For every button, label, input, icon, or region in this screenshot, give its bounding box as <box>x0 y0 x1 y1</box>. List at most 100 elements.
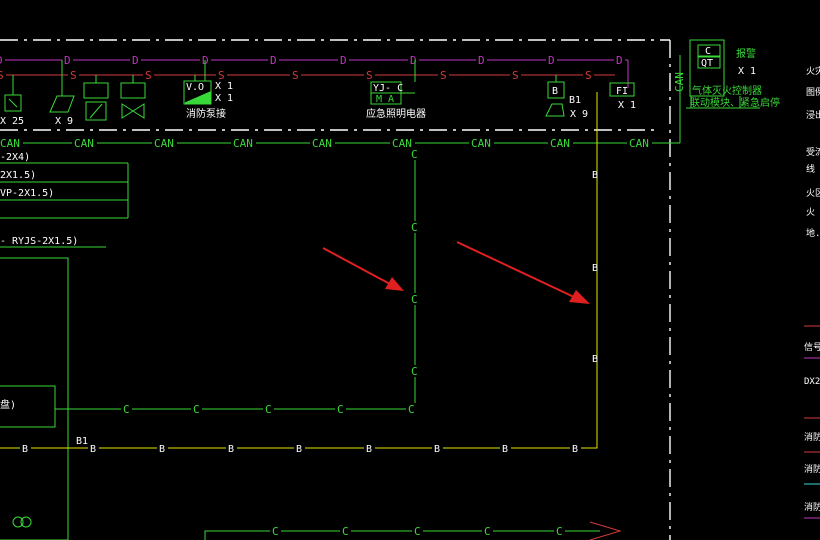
device-row <box>4 39 760 121</box>
c-bottom-mark: C <box>414 525 421 538</box>
legend-3: 消防 <box>804 431 820 443</box>
c-loop-mark: C <box>123 403 130 416</box>
c-loop-mark: C <box>265 403 272 416</box>
c-loop: C C C C C C C C C <box>55 148 420 416</box>
bottom-c-line: CCCCC <box>204 521 622 540</box>
horn-icon[interactable] <box>49 95 75 113</box>
broadcast-count: X 9 <box>570 109 588 120</box>
broadcast-code: B <box>552 86 558 97</box>
can-bus-label: CAN <box>312 137 332 150</box>
arrow-head-2-icon <box>569 290 590 304</box>
c-loop-mark: C <box>337 403 344 416</box>
can-bus-label: CAN <box>74 137 94 150</box>
cad-drawing-canvas[interactable]: DDDDDDDDDD SSSSSSSSS CANCANCANCANCANCANC… <box>0 0 820 540</box>
panel-label: 盘) <box>0 398 16 411</box>
sprinkler-x1a: X 1 <box>215 81 233 92</box>
panel-count: X 1 <box>738 66 756 77</box>
panel-qt: QT <box>701 58 713 69</box>
legend-2: DX2 <box>804 377 820 387</box>
can-bus-label: CAN <box>550 137 570 150</box>
legend-5: 消防 <box>804 501 820 513</box>
b-loop-mark: B <box>502 444 508 455</box>
c-loop-mark: C <box>193 403 200 416</box>
arrow-head-1-icon <box>385 277 404 291</box>
d-bus-label: D <box>616 54 623 67</box>
count-1: X 25 <box>0 116 24 127</box>
legend-4: 消防广 <box>804 463 820 475</box>
panel-side: 报警 <box>736 47 756 60</box>
sprinkler-code: V.O <box>186 82 204 93</box>
s-bus-label: S <box>0 69 4 82</box>
c-bottom-mark: C <box>484 525 491 538</box>
d-bus-label: D <box>548 54 555 67</box>
panel-caption2: 联动模块、紧急启停 <box>690 96 780 109</box>
c-loop-mark: C <box>411 293 418 306</box>
note-5: 线 <box>806 163 815 175</box>
fi-count: X 1 <box>618 100 636 111</box>
d-bus-label: D <box>340 54 347 67</box>
b-loop-mark: B <box>90 444 96 455</box>
s-bus-label: S <box>366 69 373 82</box>
legend-1: 信号- <box>804 341 820 353</box>
d-bus-label: D <box>478 54 485 67</box>
s-bus-label: S <box>512 69 519 82</box>
yj-code: YJ- C <box>373 83 403 94</box>
note-2: 图例 <box>806 86 820 98</box>
can-bus-label: CAN <box>233 137 253 150</box>
note-3: 浸出 <box>806 109 820 121</box>
can-bus-label: CAN <box>154 137 174 150</box>
can-bus-label: CAN <box>392 137 412 150</box>
can-bus-label: CAN <box>0 137 20 150</box>
b-loop-mark: B <box>159 444 165 455</box>
cable-3: VP-2X1.5) <box>0 188 54 199</box>
note-4: 受流 <box>806 146 820 158</box>
d-bus-label: D <box>64 54 71 67</box>
s-bus-label: S <box>585 69 592 82</box>
ring-icon <box>12 516 32 528</box>
b-loop-mark: B <box>228 444 234 455</box>
b-loop-mark: B <box>592 354 598 365</box>
b-loop-mark: B <box>366 444 372 455</box>
can-bus-label: CAN <box>629 137 649 150</box>
right-notes: 火灾自 图例 浸出 受流 线 火区 火 地. 信号- DX2 消防 消防广 消防 <box>804 65 820 519</box>
cable-1: -2X4) <box>0 152 30 163</box>
b-loop-mark: B <box>22 444 28 455</box>
input-module-icon[interactable] <box>83 82 109 99</box>
yj-sub: M A <box>376 94 394 105</box>
d-bus-label: D <box>132 54 139 67</box>
b-loop-mark: B <box>572 444 578 455</box>
left-cable-labels: -2X4) 2X1.5) VP-2X1.5) - RYJS-2X1.5) 盘) <box>0 152 78 411</box>
panel-caption1: 气体灭火控制器 <box>692 84 762 97</box>
fi-code: FI <box>616 86 628 97</box>
c-bottom-mark: C <box>556 525 563 538</box>
b1-tag: B1 <box>76 436 88 447</box>
s-bus-label: S <box>145 69 152 82</box>
d-bus-label: D <box>410 54 417 67</box>
b-loop-mark: B <box>592 263 598 274</box>
c-loop-mark: C <box>411 148 418 161</box>
note-6: 火区 <box>806 188 820 199</box>
s-bus-label: S <box>70 69 77 82</box>
c-bottom-mark: C <box>342 525 349 538</box>
d-bus-label: D <box>0 54 3 67</box>
cable-4: - RYJS-2X1.5) <box>0 236 78 247</box>
speaker-icon[interactable] <box>545 103 565 117</box>
valve-icon[interactable] <box>121 103 145 119</box>
note-1: 火灾自 <box>806 65 820 77</box>
c-loop-mark: C <box>411 221 418 234</box>
broadcast-tag: B1 <box>569 95 581 106</box>
annotation-arrows <box>322 241 590 304</box>
valve-module-icon[interactable] <box>120 82 146 99</box>
panel-c: C <box>705 46 711 57</box>
b-loop-mark: B <box>592 170 598 181</box>
note-7: 火 <box>806 207 815 218</box>
cable-2: 2X1.5) <box>0 170 36 181</box>
yj-caption: 应急照明电器 <box>366 107 426 120</box>
can-bus-label: CAN <box>471 137 491 150</box>
count-2: X 9 <box>55 116 73 127</box>
can-vertical-label: CAN <box>673 72 686 92</box>
c-loop-mark: C <box>408 403 415 416</box>
d-bus-label: D <box>270 54 277 67</box>
s-bus-label: S <box>292 69 299 82</box>
sprinkler-caption: 消防泵接 <box>186 107 226 120</box>
